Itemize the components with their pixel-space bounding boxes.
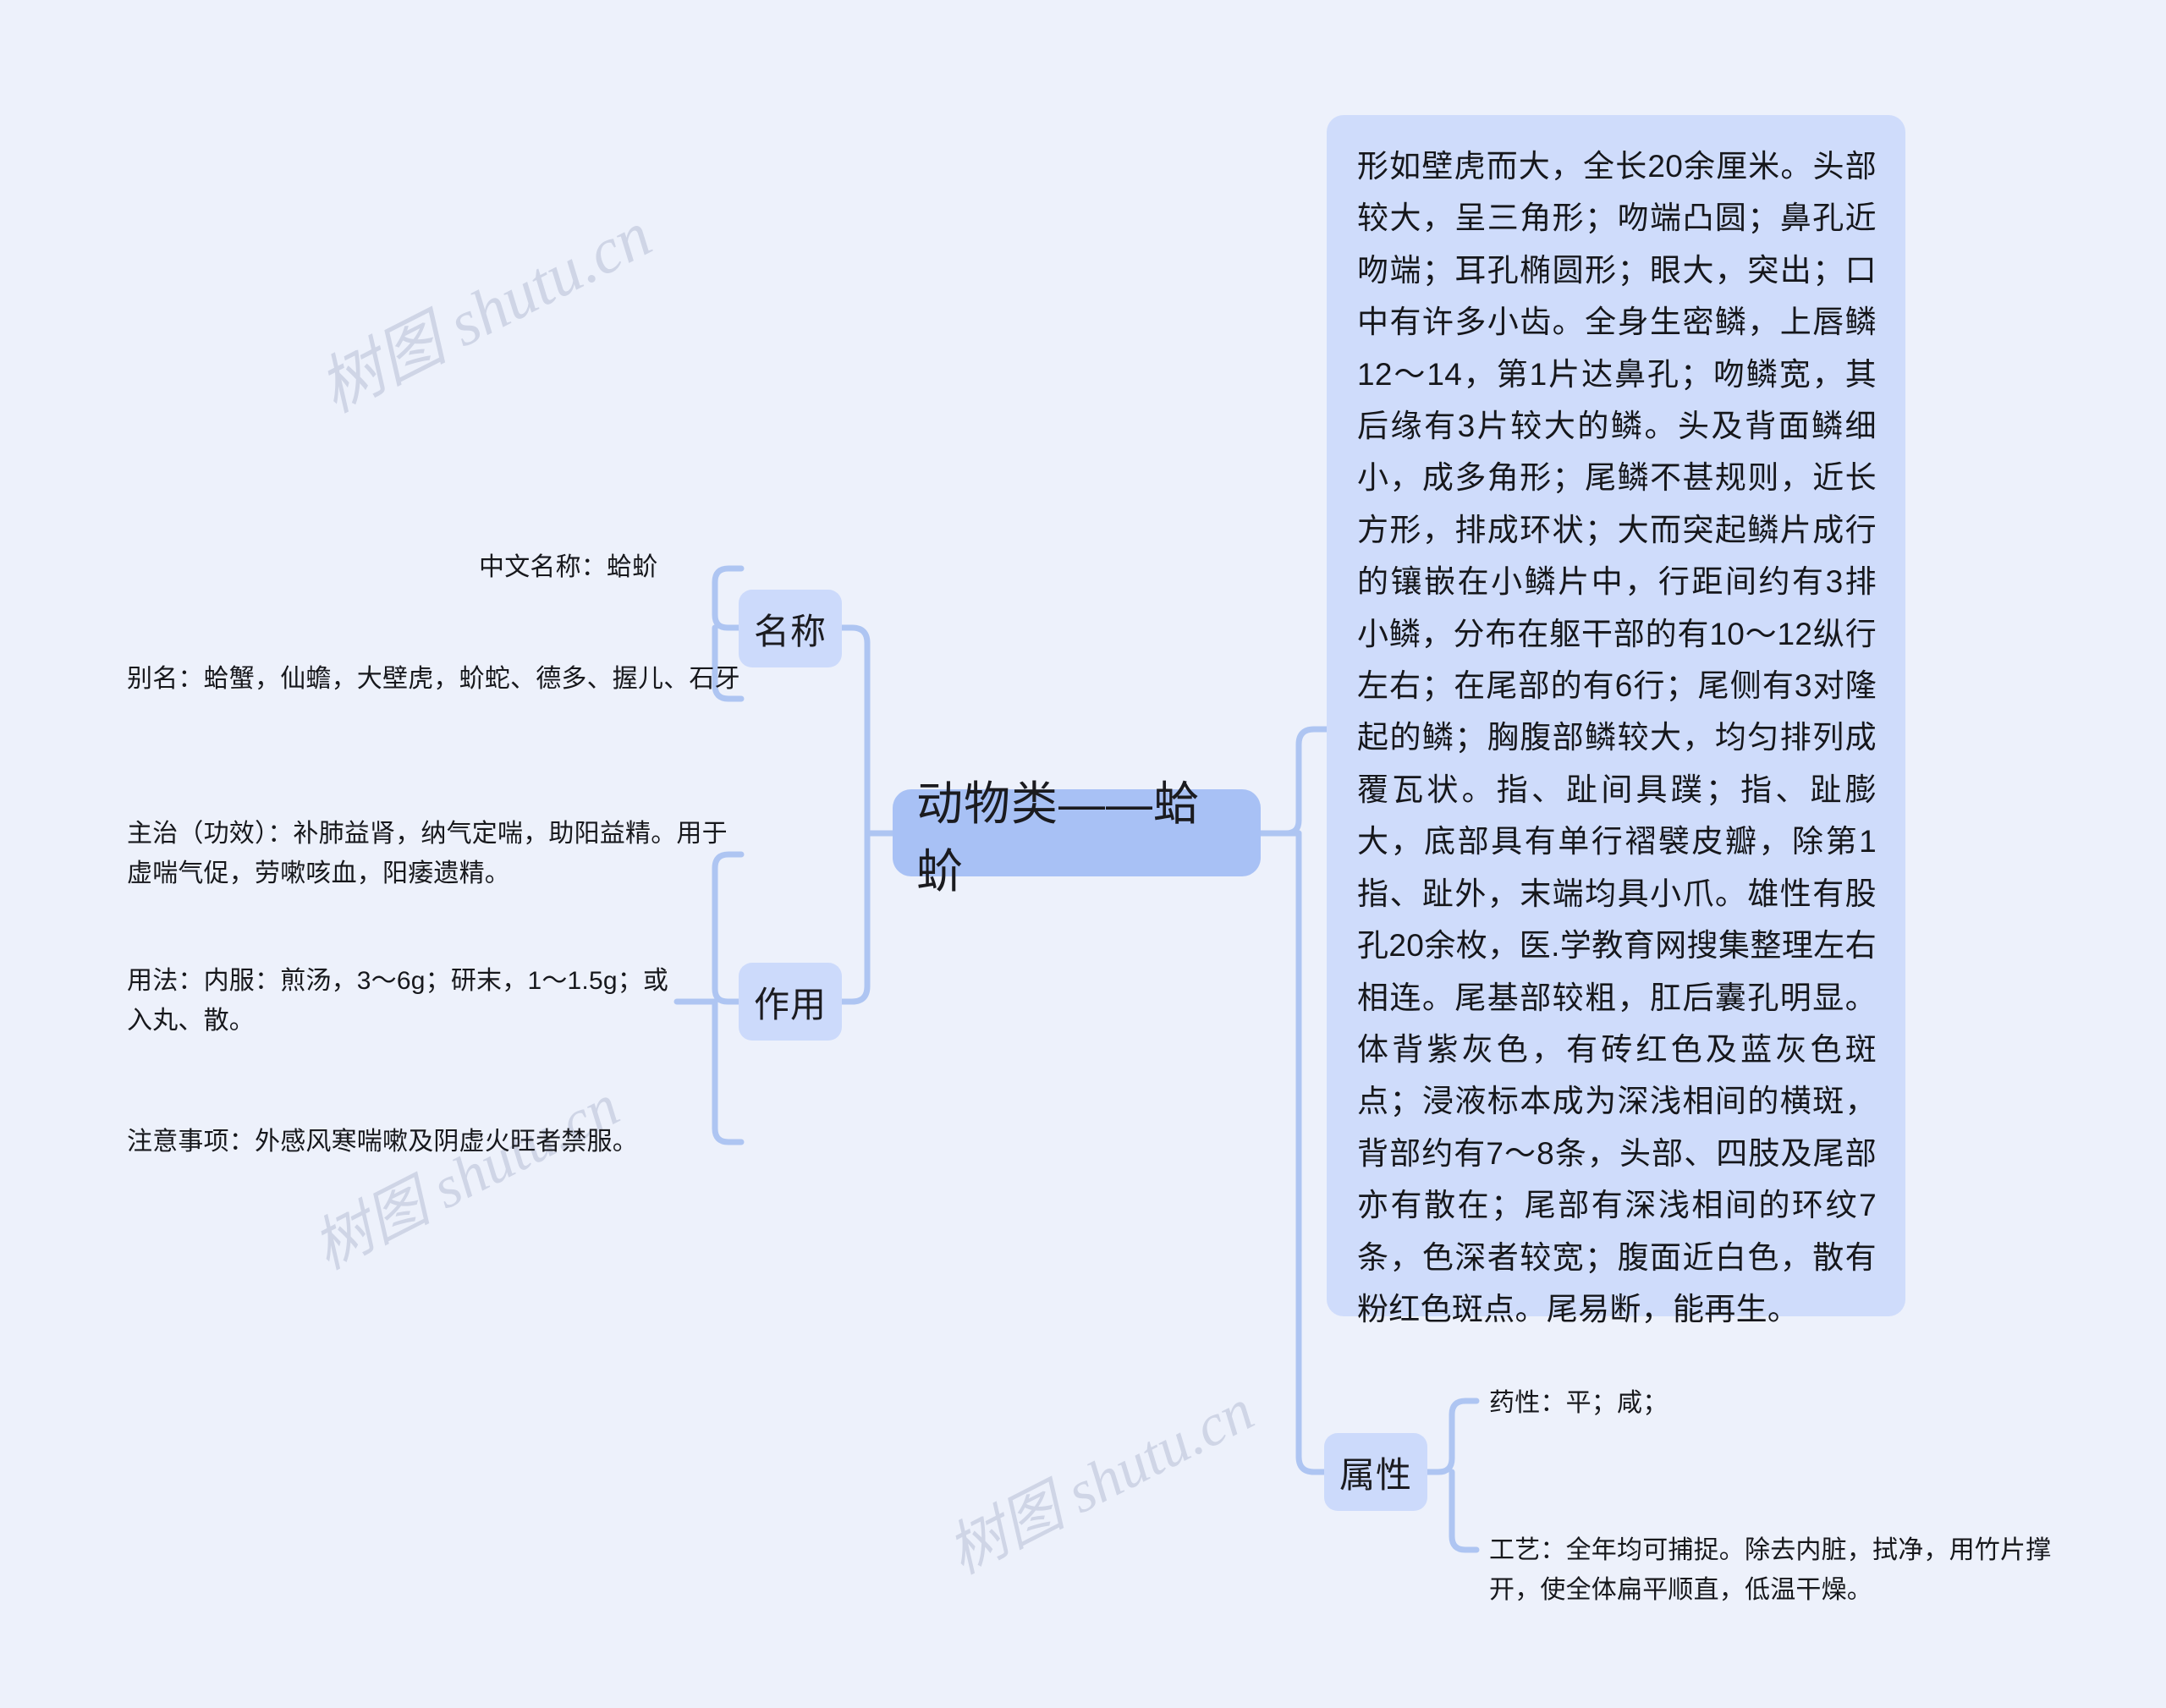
leaf-effect-indication-text: 主治（功效）：补肺益肾，纳气定喘，助阳益精。用于虚喘气促，劳嗽咳血，阳痿遗精。 [127, 820, 728, 887]
leaf-effect-cautions[interactable]: 注意事项：外感风寒喘嗽及阴虚火旺者禁服。 [127, 1123, 741, 1162]
wire-effect-to-item3 [712, 998, 745, 1145]
root-node-label: 动物类——蛤蚧 [916, 777, 1201, 898]
leaf-name-alias[interactable]: 别名：蛤蟹，仙蟾，大壁虎，蚧蛇、德多、握儿、石牙 [127, 660, 741, 700]
wire-root-to-description [1257, 726, 1330, 837]
branch-node-name-label: 名称 [753, 611, 827, 651]
watermark: 树图 shutu.cn [308, 199, 662, 426]
watermark: 树图 shutu.cn [303, 1073, 629, 1282]
leaf-effect-usage-text: 用法：内服：煎汤，3～6g；研末，1～1.5g；或入丸、散。 [127, 967, 669, 1035]
branch-node-name[interactable]: 名称 [739, 590, 842, 667]
wire-trunk-to-name [838, 624, 871, 837]
leaf-attributes-nature-text: 药性：平；咸； [1489, 1389, 1668, 1417]
leaf-attributes-nature[interactable]: 药性：平；咸； [1489, 1384, 1997, 1424]
description-text: 形如壁虎而大，全长20余厘米。头部较大，呈三角形；吻端凸圆；鼻孔近吻端；耳孔椭圆… [1357, 149, 1877, 1326]
branch-node-effect-label: 作用 [753, 984, 827, 1024]
leaf-effect-cautions-text: 注意事项：外感风寒喘嗽及阴虚火旺者禁服。 [127, 1128, 638, 1156]
wire-attributes-to-item2 [1449, 1469, 1480, 1553]
description-box[interactable]: 形如壁虎而大，全长20余厘米。头部较大，呈三角形；吻端凸圆；鼻孔近吻端；耳孔椭圆… [1327, 115, 1905, 1326]
leaf-attributes-process[interactable]: 工艺：全年均可捕捉。除去内脏，拭净，用竹片撑开，使全体扁平顺直，低温干燥。 [1489, 1531, 2081, 1610]
leaf-attributes-process-text: 工艺：全年均可捕捉。除去内脏，拭净，用竹片撑开，使全体扁平顺直，低温干燥。 [1489, 1536, 2052, 1604]
branch-node-effect[interactable]: 作用 [739, 963, 842, 1041]
wire-attributes-to-item1 [1424, 1398, 1480, 1475]
branch-node-attributes-label: 属性 [1339, 1454, 1412, 1495]
root-node[interactable]: 动物类——蛤蚧 [893, 777, 1261, 898]
leaf-effect-usage[interactable]: 用法：内服：煎汤，3～6g；研末，1～1.5g；或入丸、散。 [127, 962, 677, 1041]
branch-node-attributes[interactable]: 属性 [1324, 1433, 1427, 1511]
mindmap-canvas: 树图 shutu.cn 树图 shutu.cn 树图 shutu.cn 树图 s… [0, 0, 2166, 1708]
leaf-name-chinese-name-text: 中文名称：蛤蚧 [479, 553, 658, 581]
leaf-effect-indication[interactable]: 主治（功效）：补肺益肾，纳气定喘，助阳益精。用于虚喘气促，劳嗽咳血，阳痿遗精。 [127, 815, 741, 893]
leaf-name-chinese-name[interactable]: 中文名称：蛤蚧 [479, 548, 741, 588]
wire-root-to-attributes [1295, 830, 1328, 1475]
watermark: 树图 shutu.cn [937, 1377, 1264, 1587]
wire-trunk-to-effect [838, 830, 871, 1005]
leaf-name-alias-text: 别名：蛤蟹，仙蟾，大壁虎，蚧蛇、德多、握儿、石牙 [127, 665, 740, 693]
